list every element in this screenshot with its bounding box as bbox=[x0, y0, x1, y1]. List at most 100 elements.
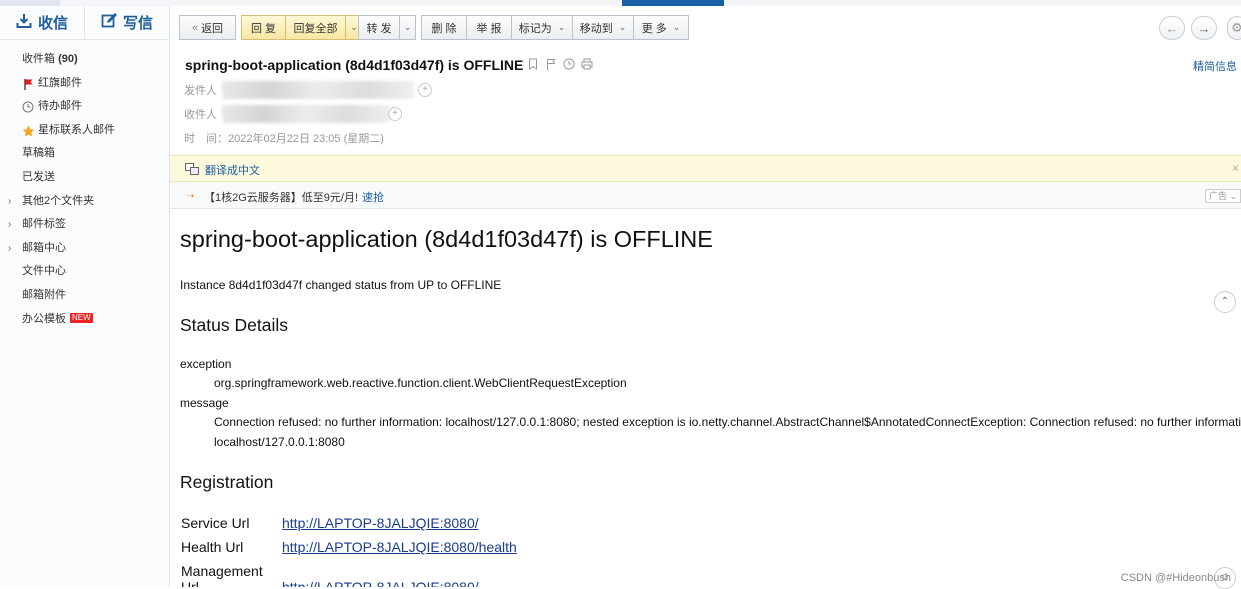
move-to-button[interactable]: 移动到⌄ bbox=[572, 15, 633, 40]
chevron-down-icon: ⌄ bbox=[619, 22, 627, 33]
sidebar-item-mail-tags[interactable]: › 邮件标签 bbox=[0, 213, 169, 237]
sidebar-item-sent[interactable]: 已发送 bbox=[0, 166, 169, 190]
gear-icon: ⚙ bbox=[1231, 20, 1241, 36]
time-value: 2022年02月22日 23:05 (星期二) bbox=[228, 133, 384, 145]
watermark: CSDN @#Hideonbush bbox=[1121, 572, 1231, 584]
redacted-recipient bbox=[222, 105, 390, 123]
delete-button[interactable]: 删 除 bbox=[421, 15, 466, 40]
reply-all-button[interactable]: 回复全部 bbox=[285, 15, 345, 40]
add-contact-icon[interactable]: + bbox=[388, 107, 402, 121]
add-contact-icon[interactable]: + bbox=[418, 83, 432, 97]
subject-actions bbox=[527, 58, 593, 70]
reply-label: 回 复 bbox=[251, 20, 276, 36]
time-label: 时 间： bbox=[184, 133, 228, 145]
folder-label: 星标联系人邮件 bbox=[38, 124, 115, 136]
message-label: message bbox=[180, 396, 229, 410]
reply-button[interactable]: 回 复 bbox=[241, 15, 285, 40]
from-row: 发件人 bbox=[184, 82, 224, 98]
delete-label: 删 除 bbox=[431, 20, 456, 36]
clock-icon[interactable] bbox=[563, 58, 575, 70]
star-icon bbox=[22, 123, 35, 135]
forward-button[interactable]: 转 发 bbox=[358, 15, 399, 40]
health-url-link[interactable]: http://LAPTOP-8JALJQIE:8080/health bbox=[282, 539, 517, 555]
service-url-link[interactable]: http://LAPTOP-8JALJQIE:8080/ bbox=[282, 515, 479, 531]
folder-label: 其他2个文件夹 bbox=[22, 195, 94, 207]
arrow-left-icon: ← bbox=[1166, 21, 1179, 36]
write-button[interactable]: 写信 bbox=[84, 6, 169, 39]
more-button[interactable]: 更 多⌄ bbox=[633, 15, 689, 40]
folder-label: 待办邮件 bbox=[38, 100, 82, 112]
mail-body: spring-boot-application (8d4d1f03d47f) i… bbox=[170, 210, 1241, 587]
sidebar-item-mail-center[interactable]: › 邮箱中心 bbox=[0, 237, 169, 261]
settings-button[interactable]: ⚙ bbox=[1227, 16, 1241, 40]
folder-label: 邮箱附件 bbox=[22, 289, 66, 301]
mark-as-label: 标记为 bbox=[519, 20, 552, 36]
registration-key: Health Url bbox=[181, 539, 282, 555]
ad-text-content: 【1核2G云服务器】低至9元/月! bbox=[204, 192, 358, 204]
chevron-right-icon: › bbox=[8, 237, 11, 261]
sidebar-item-file-center[interactable]: 文件中心 bbox=[0, 260, 169, 284]
unread-count: (90) bbox=[58, 53, 78, 65]
folder-label: 邮箱中心 bbox=[22, 242, 66, 254]
close-icon[interactable]: × bbox=[1232, 161, 1239, 175]
registration-row: Health Urlhttp://LAPTOP-8JALJQIE:8080/he… bbox=[181, 539, 517, 555]
redacted-sender bbox=[222, 81, 414, 99]
red-flag-icon bbox=[22, 76, 35, 88]
receive-button[interactable]: 收信 bbox=[0, 6, 84, 39]
sidebar-item-flagged[interactable]: 红旗邮件 bbox=[0, 72, 169, 96]
status-change-text: Instance 8d4d1f03d47f changed status fro… bbox=[180, 278, 501, 292]
ad-tag-label: 广告 bbox=[1209, 191, 1227, 201]
sidebar-item-attachments[interactable]: 邮箱附件 bbox=[0, 284, 169, 308]
folder-label: 邮件标签 bbox=[22, 218, 66, 230]
scroll-up-icon[interactable]: ⌃ bbox=[1214, 291, 1236, 313]
to-label: 收件人 bbox=[184, 106, 224, 122]
chevron-right-icon: › bbox=[8, 213, 11, 237]
folder-label: 收件箱 bbox=[22, 53, 55, 65]
forward-label: 转 发 bbox=[366, 20, 391, 36]
sidebar: 收信 写信 收件箱 (90) 红旗邮件 待办邮件 星标联系人邮件 草稿箱 已发送 bbox=[0, 6, 170, 587]
ad-link[interactable]: 速抢 bbox=[362, 192, 384, 204]
ad-text: 【1核2G云服务器】低至9元/月! 速抢 bbox=[204, 189, 384, 205]
exception-label: exception bbox=[180, 357, 231, 371]
sidebar-actions: 收信 写信 bbox=[0, 6, 169, 40]
registration-key: Service Url bbox=[181, 515, 282, 531]
exception-value: org.springframework.web.reactive.functio… bbox=[214, 373, 627, 393]
previous-mail-button[interactable]: ← bbox=[1159, 16, 1185, 40]
folder-label: 已发送 bbox=[22, 171, 55, 183]
receive-label: 收信 bbox=[38, 12, 68, 33]
more-label: 更 多 bbox=[642, 20, 667, 36]
sidebar-item-todo[interactable]: 待办邮件 bbox=[0, 95, 169, 119]
clock-icon bbox=[22, 99, 35, 111]
body-title: spring-boot-application (8d4d1f03d47f) i… bbox=[180, 226, 713, 253]
ad-tag[interactable]: 广告 ⌄ bbox=[1205, 189, 1241, 203]
registration-key: Management Url bbox=[181, 563, 282, 587]
sidebar-item-other-folders[interactable]: › 其他2个文件夹 bbox=[0, 190, 169, 214]
to-row: 收件人 bbox=[184, 106, 224, 122]
sidebar-item-starred-contacts[interactable]: 星标联系人邮件 bbox=[0, 119, 169, 143]
arrow-right-icon: → bbox=[1198, 21, 1211, 36]
translate-link[interactable]: 翻译成中文 bbox=[205, 162, 260, 178]
print-icon[interactable] bbox=[581, 58, 593, 70]
chevron-right-icon: › bbox=[8, 190, 11, 214]
back-button[interactable]: «返回 bbox=[179, 15, 236, 40]
write-icon bbox=[101, 13, 117, 33]
sidebar-item-inbox[interactable]: 收件箱 (90) bbox=[0, 48, 169, 72]
mail-header: spring-boot-application (8d4d1f03d47f) i… bbox=[170, 48, 1241, 155]
flag-icon[interactable] bbox=[545, 58, 557, 70]
management-url-link[interactable]: http://LAPTOP-8JALJQIE:8080/ bbox=[282, 579, 479, 587]
report-button[interactable]: 举 报 bbox=[466, 15, 511, 40]
bookmark-icon[interactable] bbox=[527, 58, 539, 70]
sidebar-item-drafts[interactable]: 草稿箱 bbox=[0, 142, 169, 166]
back-label: 返回 bbox=[201, 20, 223, 36]
forward-dropdown[interactable]: ⌄ bbox=[399, 15, 416, 40]
status-details-heading: Status Details bbox=[180, 315, 288, 336]
receive-icon bbox=[16, 13, 32, 33]
chevron-down-icon: ⌄ bbox=[404, 22, 412, 33]
sidebar-item-office-templates[interactable]: 办公模板NEW bbox=[0, 308, 169, 332]
translate-icon bbox=[185, 163, 199, 178]
message-value-continued: localhost/127.0.0.1:8080 bbox=[214, 432, 345, 452]
simplify-info-link[interactable]: 精简信息 bbox=[1193, 58, 1237, 74]
mark-as-button[interactable]: 标记为⌄ bbox=[511, 15, 572, 40]
next-mail-button[interactable]: → bbox=[1191, 16, 1217, 40]
message-value: Connection refused: no further informati… bbox=[214, 412, 1241, 432]
